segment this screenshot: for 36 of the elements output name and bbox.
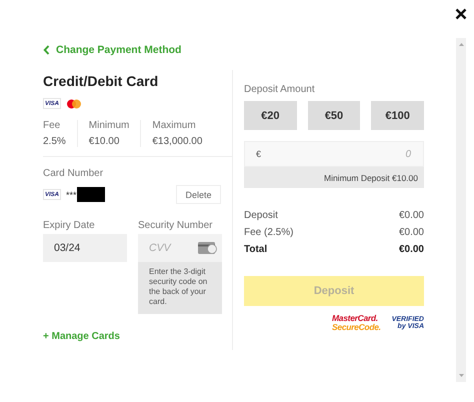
- minimum-deposit-note: Minimum Deposit €10.00: [244, 167, 424, 188]
- expiry-date-field[interactable]: 03/24: [43, 234, 127, 262]
- securecode-logo: MasterCard. SecureCode.: [332, 314, 381, 332]
- summary-label: Total: [244, 244, 268, 255]
- amount-preset-button[interactable]: €100: [371, 101, 424, 130]
- scroll-down-icon[interactable]: [458, 374, 464, 377]
- cvv-field[interactable]: CVV: [138, 234, 222, 262]
- currency-symbol: €: [256, 149, 262, 159]
- card-cvv-icon: [198, 242, 217, 254]
- summary-label: Fee (2.5%): [244, 227, 294, 238]
- limit-label: Maximum: [152, 120, 197, 131]
- limit-label: Minimum: [88, 120, 130, 131]
- expiry-date-label: Expiry Date: [43, 220, 96, 231]
- card-number-label: Card Number: [43, 168, 104, 179]
- amount-preset-button[interactable]: €20: [244, 101, 297, 130]
- limit-value: 2.5%: [43, 136, 66, 147]
- limit-label: Fee: [43, 120, 62, 131]
- close-icon: [454, 7, 468, 21]
- summary-value: €0.00: [398, 244, 424, 255]
- security-number-label: Security Number: [138, 220, 214, 231]
- summary-value: €0.00: [398, 210, 424, 221]
- summary-value: €0.00: [398, 227, 424, 238]
- cvv-help-text: Enter the 3-digit security code on the back of your card.: [138, 262, 222, 314]
- payment-method-title: Credit/Debit Card: [43, 73, 160, 89]
- scrollbar[interactable]: [456, 38, 466, 382]
- summary-label: Deposit: [244, 210, 278, 221]
- chevron-left-icon: [43, 45, 50, 55]
- limit-value: €10.00: [88, 136, 120, 147]
- deposit-amount-label: Deposit Amount: [244, 84, 316, 95]
- limit-value: €13,000.00: [152, 136, 202, 147]
- close-button[interactable]: [454, 7, 468, 21]
- mastercard-icon: [65, 98, 83, 110]
- delete-button[interactable]: Delete: [176, 185, 221, 204]
- scroll-up-icon[interactable]: [458, 43, 464, 46]
- masked-card-number: ***: [66, 190, 77, 200]
- amount-preset-button[interactable]: €50: [308, 101, 360, 130]
